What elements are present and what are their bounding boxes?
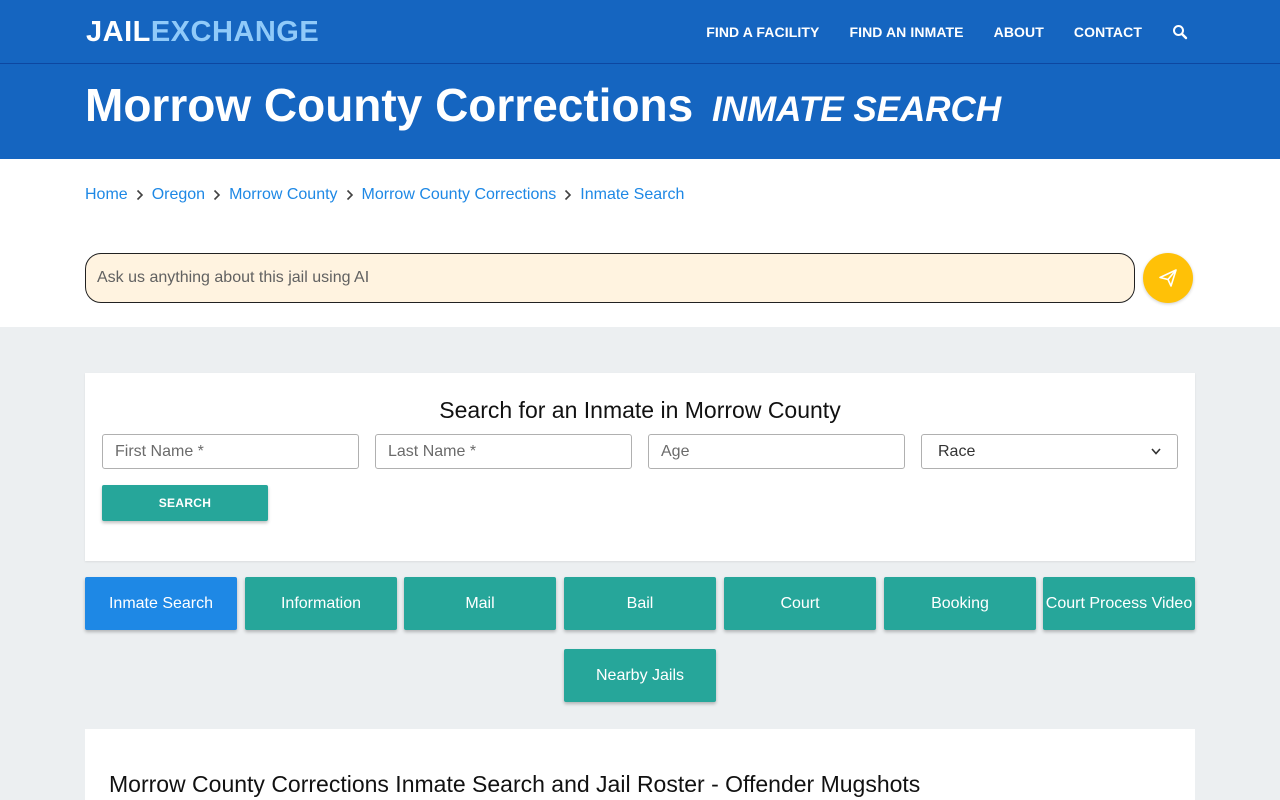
main-nav: FIND A FACILITY FIND AN INMATE ABOUT CON…: [676, 0, 1188, 64]
hero-banner: Morrow County Corrections INMATE SEARCH: [0, 64, 1280, 159]
chevron-down-icon: [1151, 448, 1161, 455]
tab-court-process-video[interactable]: Court Process Video: [1043, 577, 1195, 630]
content-card: Morrow County Corrections Inmate Search …: [85, 729, 1195, 800]
tab-information[interactable]: Information: [245, 577, 397, 630]
page-title: Morrow County Corrections INMATE SEARCH: [85, 78, 1001, 132]
ai-send-button[interactable]: [1143, 253, 1193, 303]
site-logo[interactable]: JAILEXCHANGE: [86, 16, 319, 48]
breadcrumb-section: Home Oregon Morrow County Morrow County …: [0, 159, 1280, 327]
breadcrumb-current[interactable]: Inmate Search: [580, 186, 684, 204]
breadcrumb-state[interactable]: Oregon: [152, 186, 205, 204]
first-name-input[interactable]: [102, 434, 359, 469]
race-select[interactable]: Race: [921, 434, 1178, 469]
chevron-right-icon: [128, 187, 152, 203]
page-subtitle: INMATE SEARCH: [712, 90, 1002, 129]
ai-question-input[interactable]: [85, 253, 1135, 303]
nav-contact[interactable]: CONTACT: [1074, 24, 1142, 40]
last-name-input[interactable]: [375, 434, 632, 469]
search-card-title: Search for an Inmate in Morrow County: [439, 397, 841, 423]
breadcrumb-facility[interactable]: Morrow County Corrections: [362, 186, 557, 204]
tab-mail[interactable]: Mail: [404, 577, 556, 630]
breadcrumb-home[interactable]: Home: [85, 186, 128, 204]
page-title-text: Morrow County Corrections: [85, 79, 694, 131]
nav-find-inmate[interactable]: FIND AN INMATE: [849, 24, 963, 40]
nav-about[interactable]: ABOUT: [994, 24, 1044, 40]
tab-nearby-jails[interactable]: Nearby Jails: [564, 649, 716, 702]
content-heading: Morrow County Corrections Inmate Search …: [109, 771, 921, 797]
tab-court[interactable]: Court: [724, 577, 876, 630]
breadcrumb: Home Oregon Morrow County Morrow County …: [85, 186, 684, 204]
breadcrumb-county[interactable]: Morrow County: [229, 186, 337, 204]
logo-part1: JAIL: [86, 16, 151, 48]
race-select-value: Race: [938, 442, 976, 460]
chevron-right-icon: [205, 187, 229, 203]
search-button[interactable]: SEARCH: [102, 485, 268, 521]
nav-find-facility[interactable]: FIND A FACILITY: [706, 24, 819, 40]
chevron-right-icon: [338, 187, 362, 203]
tab-bail[interactable]: Bail: [564, 577, 716, 630]
logo-part2: EXCHANGE: [150, 16, 320, 48]
tab-inmate-search[interactable]: Inmate Search: [85, 577, 237, 630]
top-navbar: JAILEXCHANGE FIND A FACILITY FIND AN INM…: [0, 0, 1280, 64]
age-input[interactable]: [648, 434, 905, 469]
inmate-search-card: Search for an Inmate in Morrow County Ra…: [85, 373, 1195, 561]
chevron-right-icon: [556, 187, 580, 203]
search-icon[interactable]: [1172, 24, 1188, 40]
tab-booking[interactable]: Booking: [884, 577, 1036, 630]
paper-plane-icon: [1159, 269, 1177, 287]
